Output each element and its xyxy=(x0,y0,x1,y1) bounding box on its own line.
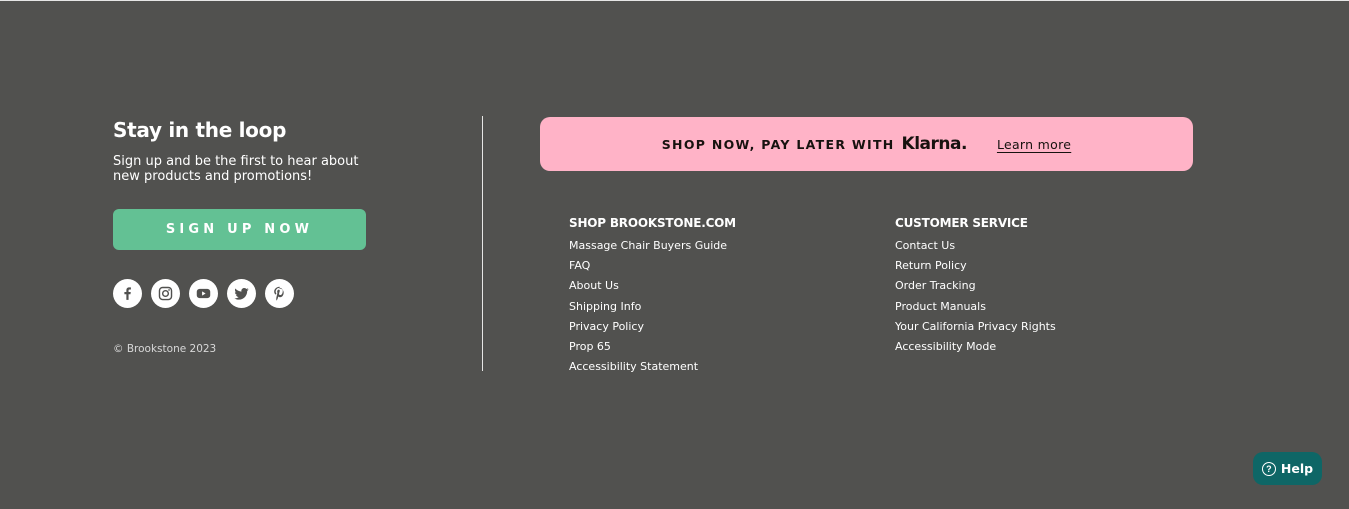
klarna-learn-more-link[interactable]: Learn more xyxy=(997,137,1071,152)
link-accessibility-mode[interactable]: Accessibility Mode xyxy=(895,337,1056,357)
link-product-manuals[interactable]: Product Manuals xyxy=(895,297,1056,317)
newsletter-heading: Stay in the loop xyxy=(113,118,287,142)
facebook-icon[interactable] xyxy=(113,279,142,308)
youtube-icon[interactable] xyxy=(189,279,218,308)
customer-service-column: CUSTOMER SERVICE Contact Us Return Polic… xyxy=(895,215,1056,357)
link-california-privacy-rights[interactable]: Your California Privacy Rights xyxy=(895,317,1056,337)
shop-heading: SHOP BROOKSTONE.COM xyxy=(569,216,736,230)
instagram-icon[interactable] xyxy=(151,279,180,308)
link-prop-65[interactable]: Prop 65 xyxy=(569,337,736,357)
help-label: Help xyxy=(1280,461,1314,476)
link-privacy-policy[interactable]: Privacy Policy xyxy=(569,317,736,337)
link-about-us[interactable]: About Us xyxy=(569,276,736,296)
link-accessibility-statement[interactable]: Accessibility Statement xyxy=(569,357,736,377)
shop-links-column: SHOP BROOKSTONE.COM Massage Chair Buyers… xyxy=(569,215,736,377)
link-return-policy[interactable]: Return Policy xyxy=(895,256,1056,276)
klarna-text: SHOP NOW, PAY LATER WITH xyxy=(661,136,895,152)
help-button[interactable]: ? Help xyxy=(1253,452,1322,485)
newsletter-subtext: Sign up and be the first to hear about n… xyxy=(113,154,359,184)
vertical-divider xyxy=(482,116,483,371)
twitter-icon[interactable] xyxy=(227,279,256,308)
link-shipping-info[interactable]: Shipping Info xyxy=(569,297,736,317)
social-links xyxy=(113,279,294,308)
newsletter-section: Stay in the loop Sign up and be the firs… xyxy=(113,117,453,355)
link-massage-chair-buyers-guide[interactable]: Massage Chair Buyers Guide xyxy=(569,236,736,256)
link-faq[interactable]: FAQ xyxy=(569,256,736,276)
klarna-logo: Klarna. xyxy=(901,134,968,154)
sign-up-button[interactable]: SIGN UP NOW xyxy=(113,209,366,250)
pinterest-icon[interactable] xyxy=(265,279,294,308)
link-order-tracking[interactable]: Order Tracking xyxy=(895,276,1056,296)
link-contact-us[interactable]: Contact Us xyxy=(895,236,1056,256)
copyright-text: © Brookstone 2023 xyxy=(113,343,217,355)
question-icon: ? xyxy=(1261,461,1276,476)
customer-service-heading: CUSTOMER SERVICE xyxy=(895,216,1028,230)
klarna-banner: SHOP NOW, PAY LATER WITH Klarna. Learn m… xyxy=(540,117,1193,171)
